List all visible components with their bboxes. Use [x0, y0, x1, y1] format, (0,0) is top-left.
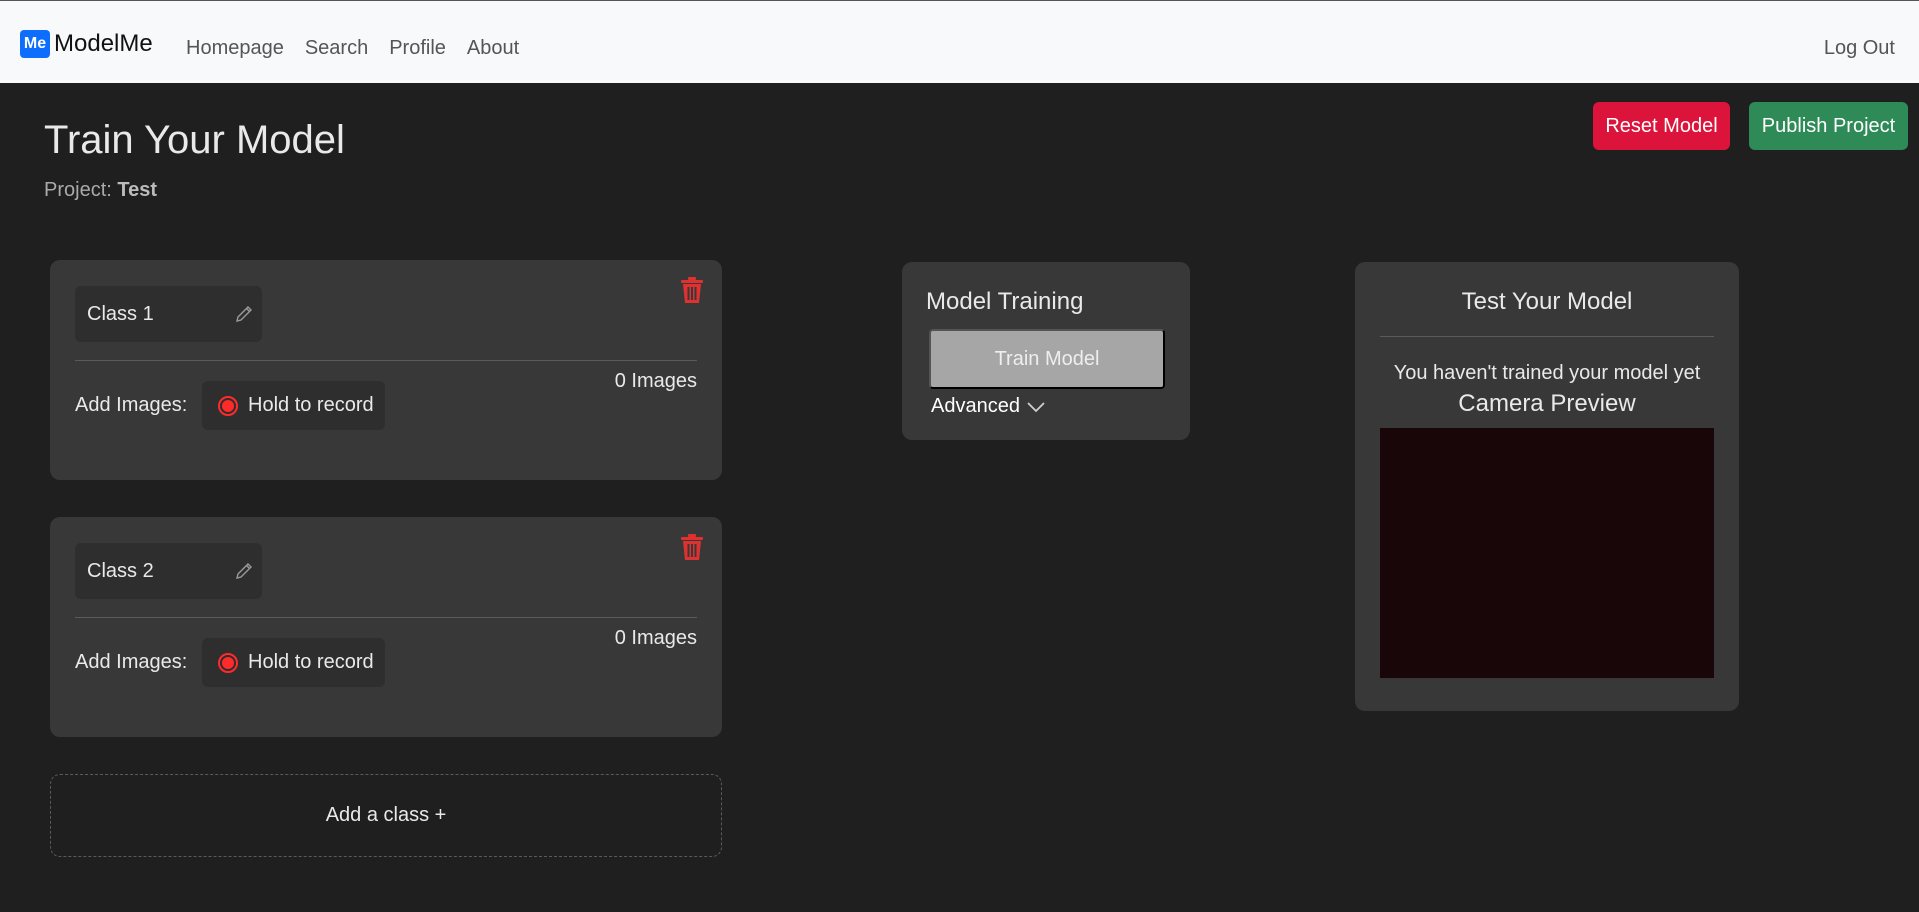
nav-link-profile[interactable]: Profile	[389, 37, 446, 60]
test-model-card: Test Your Model You haven't trained your…	[1355, 262, 1739, 711]
untrained-message: You haven't trained your model yet	[1393, 362, 1701, 384]
advanced-label: Advanced	[931, 395, 1020, 417]
nav-links: Homepage Search Profile About	[186, 37, 519, 60]
brand-name: ModelMe	[54, 30, 153, 57]
add-images-label: Add Images:	[75, 394, 188, 416]
trash-icon[interactable]	[680, 533, 704, 561]
project-label: Project:	[44, 179, 112, 201]
add-class-button[interactable]: Add a class +	[50, 774, 722, 857]
train-model-button[interactable]: Train Model	[929, 329, 1165, 389]
camera-preview-title: Camera Preview	[1458, 390, 1636, 417]
hold-to-record-button[interactable]: Hold to record	[202, 381, 385, 430]
project-name: Test	[117, 179, 158, 201]
nav-link-search[interactable]: Search	[305, 37, 368, 60]
class-name-field[interactable]: Class 2	[75, 543, 262, 599]
pencil-icon[interactable]	[234, 561, 254, 581]
advanced-toggle[interactable]: Advanced	[931, 395, 1046, 418]
page-title: Train Your Model	[44, 118, 345, 162]
record-label: Hold to record	[248, 651, 374, 673]
project-line: Project: Test	[44, 179, 157, 202]
divider	[75, 617, 697, 618]
test-model-title: Test Your Model	[1461, 288, 1633, 315]
brand-logo: Me	[20, 30, 50, 58]
image-count: 0 Images	[614, 627, 697, 649]
class-name: Class 1	[87, 302, 154, 325]
model-training-card: Model Training Train Model Advanced	[902, 262, 1190, 440]
navbar: Me ModelMe Homepage Search Profile About…	[0, 0, 1919, 83]
divider	[75, 360, 697, 361]
class-card: Class 1 0 Images Add Images: Hold to rec…	[50, 260, 722, 480]
reset-model-button[interactable]: Reset Model	[1593, 102, 1730, 150]
camera-preview	[1380, 428, 1714, 678]
record-icon	[218, 652, 238, 673]
trash-icon[interactable]	[680, 276, 704, 304]
pencil-icon[interactable]	[234, 304, 254, 324]
class-name: Class 2	[87, 559, 154, 582]
chevron-down-icon	[1027, 401, 1045, 412]
publish-project-button[interactable]: Publish Project	[1749, 102, 1908, 150]
add-images-label: Add Images:	[75, 651, 188, 673]
nav-link-about[interactable]: About	[467, 37, 519, 60]
model-training-title: Model Training	[926, 288, 1084, 315]
image-count: 0 Images	[614, 370, 697, 392]
logout-link[interactable]: Log Out	[1824, 37, 1895, 60]
brand-link[interactable]: Me ModelMe	[20, 30, 153, 58]
class-name-field[interactable]: Class 1	[75, 286, 262, 342]
divider	[1380, 336, 1714, 337]
nav-link-homepage[interactable]: Homepage	[186, 37, 284, 60]
record-icon	[218, 395, 238, 416]
class-card: Class 2 0 Images Add Images: Hold to rec…	[50, 517, 722, 737]
hold-to-record-button[interactable]: Hold to record	[202, 638, 385, 687]
record-label: Hold to record	[248, 394, 374, 416]
